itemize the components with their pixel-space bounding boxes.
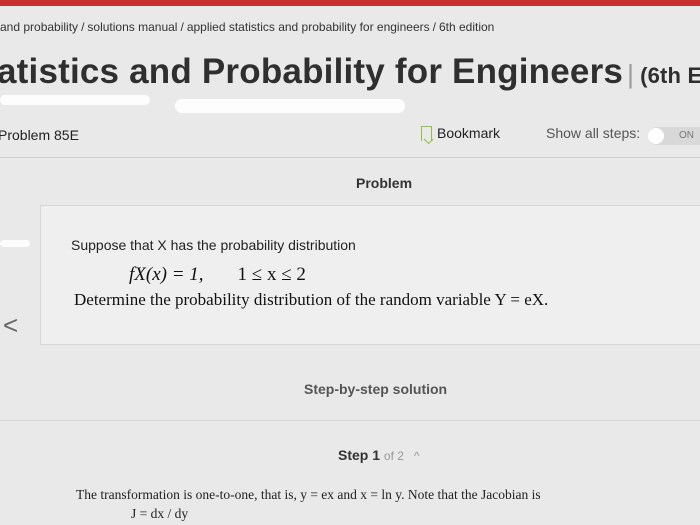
previous-arrow-icon[interactable]: < <box>3 312 18 338</box>
step-text: The transformation is one-to-one, that i… <box>76 487 541 502</box>
breadcrumb: and probability / solutions manual / applied… <box>0 20 700 34</box>
top-accent-bar <box>0 0 700 6</box>
breadcrumb-item-edition[interactable]: 6th edition <box>439 20 494 34</box>
solution-heading: Step-by-step solution <box>304 381 448 397</box>
pdf-support: 1 ≤ x ≤ 2 <box>237 264 306 285</box>
show-all-steps-toggle[interactable]: ON <box>648 127 700 145</box>
breadcrumb-item-solutions[interactable]: solutions manual <box>87 20 177 34</box>
bookmark-button[interactable]: Bookmark <box>421 125 500 141</box>
breadcrumb-item-book[interactable]: applied statistics and probability for e… <box>187 20 430 34</box>
problem-box: Suppose that X has the probability distr… <box>40 205 700 345</box>
step-count: of 2 <box>383 449 404 463</box>
breadcrumb-separator: / <box>81 20 85 34</box>
pdf-expression: fX(x) = 1, <box>129 264 204 285</box>
screen-glare <box>0 240 30 247</box>
book-title-text: atistics and Probability for Engineers <box>0 52 624 91</box>
pdf-formula: fX(x) = 1, 1 ≤ x ≤ 2 <box>129 264 306 286</box>
show-all-steps-label: Show all steps: <box>546 125 641 141</box>
breadcrumb-item-subject[interactable]: and probability <box>0 20 78 34</box>
toggle-label: ON <box>679 130 694 141</box>
problem-heading: Problem <box>356 175 413 191</box>
book-edition: (6th Edi <box>640 63 700 88</box>
step-text-jacobian: J = dx / dy <box>131 506 189 521</box>
bookmark-icon <box>421 125 432 141</box>
toggle-knob <box>648 128 664 144</box>
problem-intro: Suppose that X has the probability distr… <box>71 237 356 253</box>
title-divider: | <box>627 59 635 89</box>
problem-toolbar: Problem 85E Bookmark Show all steps: ON <box>0 112 700 158</box>
breadcrumb-separator: / <box>180 20 184 34</box>
problem-id: Problem 85E <box>0 127 79 143</box>
section-divider <box>0 420 700 421</box>
book-title: atistics and Probability for Engineers |(… <box>0 52 700 92</box>
screen-glare <box>0 95 150 105</box>
bookmark-label: Bookmark <box>437 125 501 141</box>
step-heading: Step 1 of 2 ^ <box>338 447 419 463</box>
step-label: Step 1 <box>338 447 381 463</box>
collapse-caret-icon[interactable]: ^ <box>414 449 420 463</box>
breadcrumb-separator: / <box>432 20 436 34</box>
screen-glare <box>175 99 405 113</box>
problem-question: Determine the probability distribution o… <box>74 290 549 309</box>
